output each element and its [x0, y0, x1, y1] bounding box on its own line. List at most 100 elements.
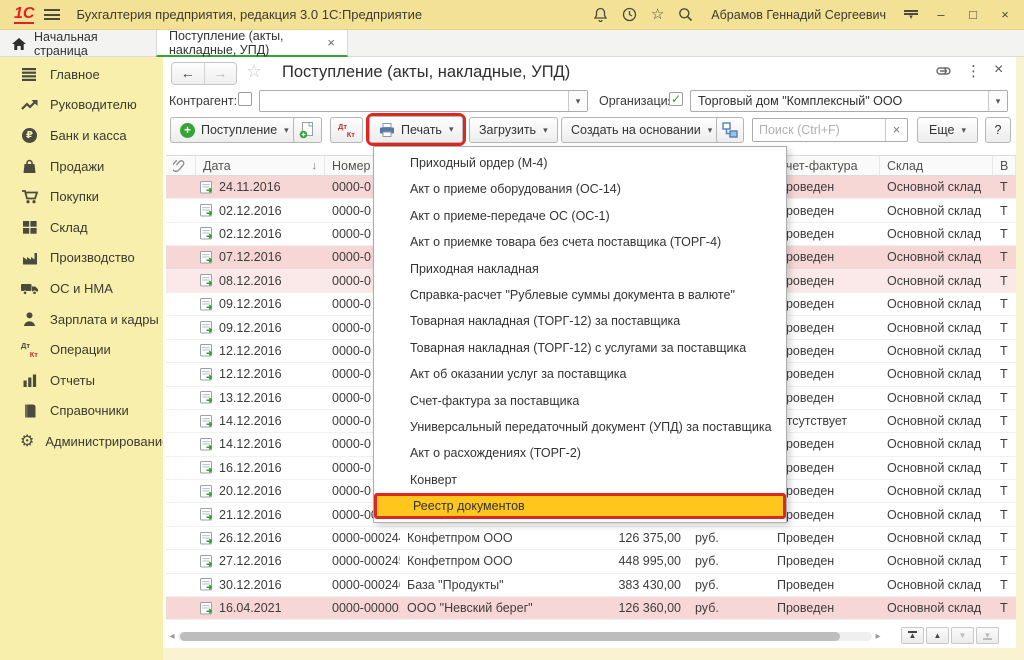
related-documents-button[interactable]: [716, 117, 744, 143]
sidebar-item-factory[interactable]: Производство: [0, 243, 163, 274]
notifications-bell-icon[interactable]: [593, 7, 608, 22]
scrollbar-thumb[interactable]: [180, 632, 840, 641]
create-postuplenie-button[interactable]: + Поступление ▾: [170, 117, 299, 143]
copy-document-button[interactable]: [293, 117, 322, 143]
print-menu-item[interactable]: Акт о приеме оборудования (ОС-14): [374, 176, 786, 202]
page-title: Поступление (акты, накладные, УПД): [282, 63, 570, 82]
chevron-down-icon[interactable]: ▾: [568, 91, 587, 111]
print-menu-item[interactable]: Акт о приеме-передаче ОС (ОС-1): [374, 203, 786, 229]
add-favorite-star-icon[interactable]: ☆: [246, 61, 262, 82]
column-header-date[interactable]: Дата ↓: [196, 156, 325, 175]
go-up-button[interactable]: ▲: [926, 627, 949, 644]
sidebar-item-person[interactable]: Зарплата и кадры: [0, 304, 163, 335]
print-menu-item[interactable]: Акт о расхождениях (ТОРГ-2): [374, 440, 786, 466]
tab-home[interactable]: Начальная страница: [0, 30, 156, 57]
print-menu-item[interactable]: Счет-фактура за поставщика: [374, 388, 786, 414]
print-menu-item[interactable]: Акт об оказании услуг за поставщика: [374, 361, 786, 387]
print-menu-item[interactable]: Конверт: [374, 467, 786, 493]
posted-document-icon: [200, 578, 214, 591]
go-last-button[interactable]: ▼: [976, 627, 999, 644]
global-search-icon[interactable]: [678, 7, 693, 22]
main-menu-icon[interactable]: [44, 9, 60, 20]
print-menu-item[interactable]: Товарная накладная (ТОРГ-12) с услугами …: [374, 335, 786, 361]
sidebar-item-dtkt[interactable]: ДтКт Операции: [0, 334, 163, 365]
go-first-button[interactable]: ▲: [901, 627, 924, 644]
create-based-on-button[interactable]: Создать на основании ▾: [561, 117, 722, 143]
sidebar-item-chart[interactable]: Отчеты: [0, 365, 163, 396]
close-window-button[interactable]: ×: [996, 7, 1014, 22]
history-icon[interactable]: [622, 7, 637, 22]
org-combo[interactable]: Торговый дом "Комплексный" ООО ▾: [690, 90, 1008, 112]
show-postings-dtkt-button[interactable]: ДтКт: [330, 117, 363, 143]
tab-postuplenie[interactable]: Поступление (акты, накладные, УПД) ×: [156, 30, 348, 57]
org-checkbox[interactable]: ✓: [669, 92, 683, 106]
get-link-icon[interactable]: [935, 65, 952, 77]
print-menu-item[interactable]: Приходный ордер (М-4): [374, 150, 786, 176]
chevron-down-icon: ▾: [708, 125, 713, 136]
column-header-kind[interactable]: В: [993, 156, 1016, 175]
cell-stock: Основной склад: [880, 484, 993, 498]
sidebar-item-menu-lines[interactable]: Главное: [0, 59, 163, 90]
cart-icon: [20, 189, 39, 204]
sidebar-item-gear[interactable]: ⚙ Администрирование: [0, 426, 163, 457]
cell-date: 09.12.2016: [219, 297, 282, 311]
table-row[interactable]: 16.04.2021 0000-000001 ООО "Невский бере…: [166, 597, 1016, 620]
cell-kind: Т: [993, 297, 1016, 311]
maximize-button[interactable]: □: [964, 7, 982, 22]
cell-number: 0000-000001: [325, 601, 400, 615]
sidebar-item-truck[interactable]: ОС и НМА: [0, 273, 163, 304]
favorites-star-icon[interactable]: ☆: [651, 7, 664, 22]
print-menu-item-highlighted[interactable]: Реестр документов: [374, 493, 786, 519]
print-menu-item[interactable]: Приходная накладная: [374, 256, 786, 282]
attachment-column-header[interactable]: [166, 156, 196, 175]
posted-document-icon: [200, 368, 214, 381]
close-form-icon[interactable]: ×: [994, 61, 1003, 79]
table-row[interactable]: 30.12.2016 0000-000246 База "Продукты" 3…: [166, 574, 1016, 597]
sidebar-item-cart[interactable]: Покупки: [0, 181, 163, 212]
tab-active-label: Поступление (акты, накладные, УПД): [169, 29, 317, 57]
back-button[interactable]: ←: [172, 63, 205, 84]
help-button[interactable]: ?: [985, 117, 1011, 143]
cell-stock: Основной склад: [880, 274, 993, 288]
posted-document-icon: [200, 204, 214, 217]
chevron-down-icon[interactable]: ▾: [988, 91, 1007, 111]
current-user[interactable]: Абрамов Геннадий Сергеевич: [711, 8, 886, 22]
more-menu-icon[interactable]: ⋮: [966, 62, 981, 80]
sidebar-item-trend[interactable]: Руководителю: [0, 90, 163, 121]
service-menu-icon[interactable]: ▾: [904, 10, 918, 20]
search-box[interactable]: ×: [752, 118, 908, 142]
forward-button[interactable]: →: [205, 63, 237, 84]
table-row[interactable]: 26.12.2016 0000-000244 Конфетпром ООО 12…: [166, 527, 1016, 550]
titlebar: 1С Бухгалтерия предприятия, редакция 3.0…: [0, 0, 1024, 30]
cell-kind: Т: [993, 180, 1016, 194]
sidebar-item-ruble[interactable]: ₽ Банк и касса: [0, 120, 163, 151]
go-down-button[interactable]: ▼: [951, 627, 974, 644]
sidebar-item-label: Производство: [50, 250, 135, 265]
minimize-button[interactable]: –: [932, 7, 950, 22]
print-menu-item[interactable]: Акт о приемке товара без счета поставщик…: [374, 229, 786, 255]
print-menu-item[interactable]: Справка-расчет "Рублевые суммы документа…: [374, 282, 786, 308]
cell-date: 14.12.2016: [219, 414, 282, 428]
cell-invoice: Проведен: [770, 601, 880, 615]
sidebar-item-grid[interactable]: Склад: [0, 212, 163, 243]
horizontal-scrollbar[interactable]: ◂ ▸: [166, 627, 1016, 645]
search-input[interactable]: [753, 119, 885, 141]
sidebar-item-bag[interactable]: Продажи: [0, 151, 163, 182]
cell-currency: руб.: [688, 601, 770, 615]
column-header-stock[interactable]: Склад: [880, 156, 993, 175]
sidebar-item-book[interactable]: Справочники: [0, 396, 163, 427]
tab-close-icon[interactable]: ×: [327, 35, 335, 50]
table-row[interactable]: 27.12.2016 0000-000245 Конфетпром ООО 44…: [166, 550, 1016, 573]
scroll-left-icon[interactable]: ◂: [166, 631, 178, 642]
posted-document-icon: [200, 227, 214, 240]
print-menu-item[interactable]: Универсальный передаточный документ (УПД…: [374, 414, 786, 440]
history-nav-buttons[interactable]: ← →: [171, 62, 237, 85]
load-button[interactable]: Загрузить ▾: [469, 117, 558, 143]
kontragent-combo[interactable]: ▾: [259, 90, 588, 112]
clear-search-icon[interactable]: ×: [885, 119, 907, 141]
print-menu-item[interactable]: Товарная накладная (ТОРГ-12) за поставщи…: [374, 308, 786, 334]
more-button[interactable]: Еще ▾: [917, 117, 978, 143]
scroll-right-icon[interactable]: ▸: [872, 631, 884, 642]
print-button[interactable]: Печать ▾: [369, 116, 463, 143]
kontragent-checkbox[interactable]: [238, 92, 252, 106]
